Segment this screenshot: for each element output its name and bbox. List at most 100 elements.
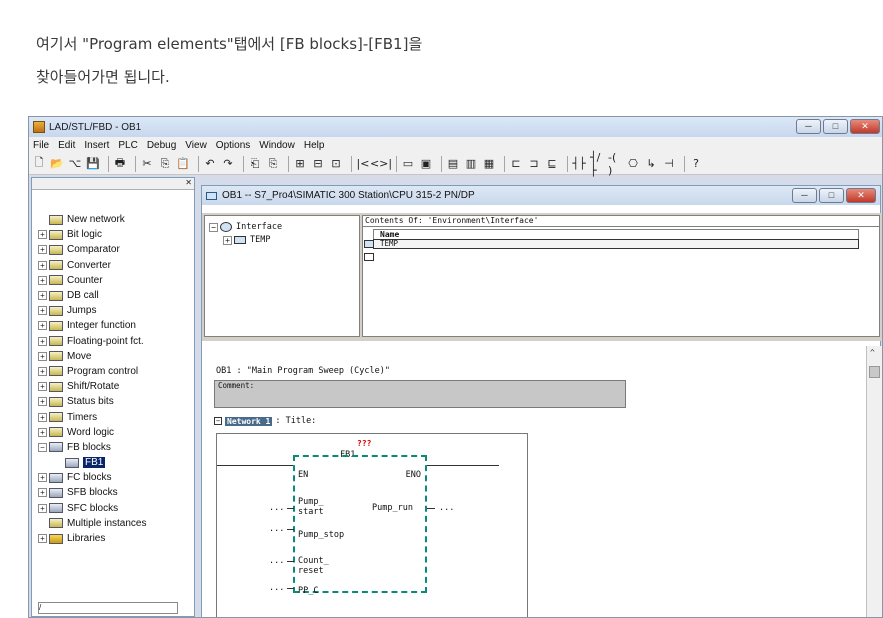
- coil-icon[interactable]: -( ): [608, 151, 622, 177]
- go-online-icon[interactable]: ⊡: [329, 157, 343, 171]
- menu-edit[interactable]: Edit: [58, 140, 75, 151]
- catalog-item-sfc-blocks[interactable]: + SFC blocks: [38, 501, 146, 516]
- input-operand-3[interactable]: ...: [269, 556, 284, 566]
- expander-icon[interactable]: −: [38, 442, 47, 452]
- title-bar[interactable]: LAD/STL/FBD - OB1 ─ □ ✕: [29, 117, 882, 137]
- expander-icon[interactable]: +: [38, 488, 47, 498]
- fb1-box[interactable]: EN ENO Pump_ start Pump_stop Count_ rese…: [293, 455, 427, 596]
- view-table-icon[interactable]: ▥: [464, 157, 478, 171]
- paste-icon[interactable]: 📋: [176, 157, 190, 171]
- menu-options[interactable]: Options: [216, 140, 250, 151]
- editor-minimize-button[interactable]: ─: [792, 188, 817, 203]
- new-icon[interactable]: 🗋: [32, 156, 46, 171]
- first-icon[interactable]: |<: [356, 157, 370, 171]
- contact-icon[interactable]: ┤├: [572, 157, 586, 171]
- scroll-up-icon[interactable]: ^: [870, 348, 875, 357]
- compare-icon[interactable]: ⊟: [311, 157, 325, 171]
- catalog-item-fb1[interactable]: FB1: [38, 455, 146, 470]
- temp-expander[interactable]: +: [223, 235, 232, 245]
- expander-icon[interactable]: +: [38, 427, 47, 437]
- view-lad-icon[interactable]: ▭: [401, 157, 415, 171]
- catalog-item-libraries[interactable]: + Libraries: [38, 531, 146, 546]
- save-icon[interactable]: 💾: [86, 157, 100, 171]
- catalog-item-counter[interactable]: + Counter: [38, 273, 146, 288]
- load-icon[interactable]: ⎗: [248, 157, 262, 171]
- expander-icon[interactable]: +: [38, 260, 47, 270]
- catalog-item-fc-blocks[interactable]: + FC blocks: [38, 470, 146, 485]
- interface-root[interactable]: − Interface: [209, 222, 282, 232]
- catalog-item-new-network[interactable]: New network: [38, 212, 146, 227]
- branch-close-icon[interactable]: ⊣: [662, 157, 676, 171]
- comment-field[interactable]: Comment:: [214, 380, 626, 408]
- catalog-item-floating-point-fct-[interactable]: + Floating-point fct.: [38, 334, 146, 349]
- catalog-item-comparator[interactable]: + Comparator: [38, 242, 146, 257]
- expander-icon[interactable]: +: [38, 351, 47, 361]
- expander-icon[interactable]: +: [38, 534, 47, 544]
- undo-icon[interactable]: ↶: [203, 157, 217, 171]
- download-icon[interactable]: ⎘: [266, 157, 280, 171]
- catalog-item-multiple-instances[interactable]: Multiple instances: [38, 516, 146, 531]
- network-title[interactable]: : Title:: [275, 416, 316, 426]
- catalog-close-button[interactable]: ✕: [185, 178, 192, 187]
- maximize-button[interactable]: □: [823, 119, 848, 134]
- open-icon[interactable]: 📂: [50, 157, 64, 171]
- catalog-item-integer-function[interactable]: + Integer function: [38, 318, 146, 333]
- catalog-item-sfb-blocks[interactable]: + SFB blocks: [38, 485, 146, 500]
- editor-title-bar[interactable]: OB1 -- S7_Pro4\SIMATIC 300 Station\CPU 3…: [202, 186, 880, 205]
- editor-canvas[interactable]: OB1 : "Main Program Sweep (Cycle)" Comme…: [202, 346, 866, 617]
- input-operand-4[interactable]: ...: [269, 583, 284, 593]
- catalog-item-db-call[interactable]: + DB call: [38, 288, 146, 303]
- help-icon[interactable]: ?: [689, 157, 703, 171]
- contact-neg-icon[interactable]: ┤/├: [590, 151, 604, 177]
- menu-insert[interactable]: Insert: [84, 140, 109, 151]
- catalog-item-word-logic[interactable]: + Word logic: [38, 425, 146, 440]
- overview-icon[interactable]: ⊏: [509, 157, 523, 171]
- monitor-icon[interactable]: ⊞: [293, 157, 307, 171]
- table-row[interactable]: TEMP: [373, 239, 859, 249]
- catalog-item-program-control[interactable]: + Program control: [38, 364, 146, 379]
- expander-icon[interactable]: +: [38, 336, 47, 346]
- print-icon[interactable]: 🖶: [113, 156, 127, 171]
- expander-icon[interactable]: +: [38, 275, 47, 285]
- editor-scrollbar[interactable]: ^: [866, 346, 882, 617]
- interface-temp[interactable]: + TEMP: [223, 235, 270, 245]
- network-collapse-toggle[interactable]: −: [214, 417, 222, 425]
- catalog-item-bit-logic[interactable]: + Bit logic: [38, 227, 146, 242]
- expander-icon[interactable]: +: [38, 306, 47, 316]
- last-icon[interactable]: <>|: [370, 157, 392, 171]
- view-col-icon[interactable]: ▦: [482, 157, 496, 171]
- network-icon[interactable]: ⌥: [68, 157, 82, 171]
- network-label[interactable]: Network 1: [225, 416, 273, 426]
- input-operand-1[interactable]: ...: [269, 503, 284, 513]
- expander-icon[interactable]: +: [38, 366, 47, 376]
- expander-icon[interactable]: +: [38, 245, 47, 255]
- output-operand[interactable]: ...: [439, 503, 454, 513]
- copy-icon[interactable]: ⎘: [158, 157, 172, 171]
- interface-expander[interactable]: −: [209, 222, 218, 232]
- expander-icon[interactable]: +: [38, 473, 47, 483]
- expander-icon[interactable]: +: [38, 291, 47, 301]
- catalog-item-timers[interactable]: + Timers: [38, 409, 146, 424]
- catalog-item-fb-blocks[interactable]: − FB blocks: [38, 440, 146, 455]
- catalog-item-shift-rotate[interactable]: + Shift/Rotate: [38, 379, 146, 394]
- redo-icon[interactable]: ↷: [221, 157, 235, 171]
- input-operand-2[interactable]: ...: [269, 524, 284, 534]
- catalog-icon[interactable]: ⊑: [545, 157, 559, 171]
- expander-icon[interactable]: +: [38, 230, 47, 240]
- catalog-item-converter[interactable]: + Converter: [38, 258, 146, 273]
- branch-open-icon[interactable]: ↳: [644, 157, 658, 171]
- menu-file[interactable]: File: [33, 140, 49, 151]
- menu-plc[interactable]: PLC: [118, 140, 137, 151]
- catalog-item-status-bits[interactable]: + Status bits: [38, 394, 146, 409]
- editor-close-button[interactable]: ✕: [846, 188, 876, 203]
- menu-view[interactable]: View: [185, 140, 207, 151]
- instance-db[interactable]: ???: [357, 439, 371, 448]
- expander-icon[interactable]: +: [38, 382, 47, 392]
- editor-maximize-button[interactable]: □: [819, 188, 844, 203]
- expander-icon[interactable]: +: [38, 397, 47, 407]
- view-fbd-icon[interactable]: ▤: [446, 157, 460, 171]
- catalog-item-jumps[interactable]: + Jumps: [38, 303, 146, 318]
- details-icon[interactable]: ⊐: [527, 157, 541, 171]
- menu-help[interactable]: Help: [304, 140, 325, 151]
- expander-icon[interactable]: +: [38, 412, 47, 422]
